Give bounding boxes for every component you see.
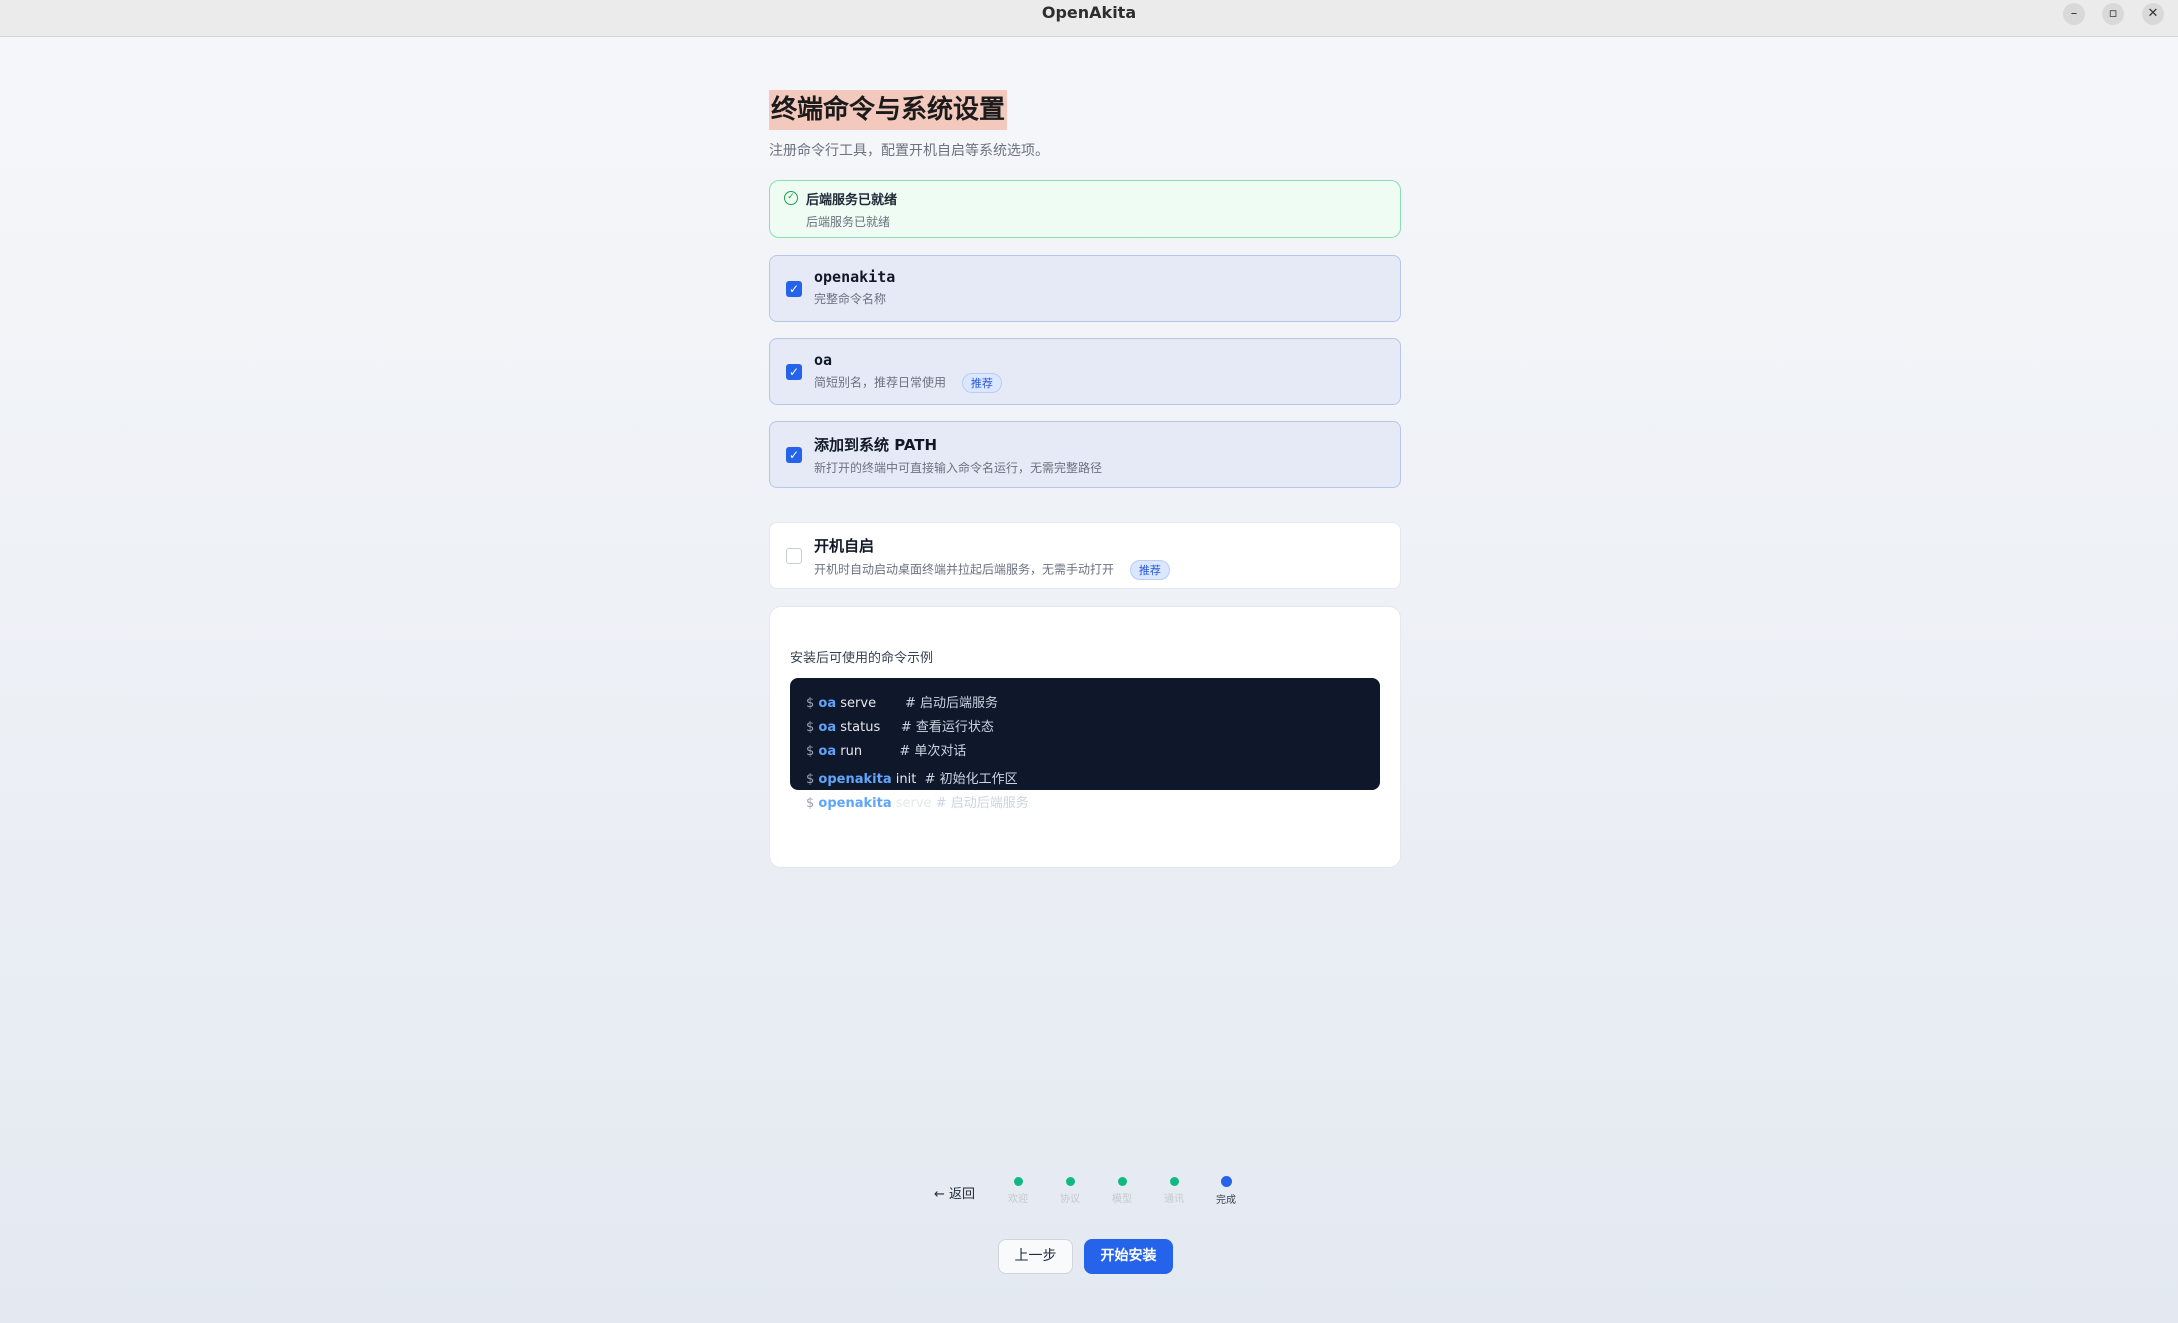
step-dot-active [1220, 1176, 1232, 1187]
checkbox-openakita[interactable]: ✓ [786, 281, 802, 297]
restore-button[interactable]: ▫ [2102, 3, 2124, 25]
check-circle-icon: ✓ [784, 191, 798, 205]
step-label: 协议 [1060, 1194, 1080, 1205]
checkbox-oa[interactable]: ✓ [786, 364, 802, 380]
page-title: 终端命令与系统设置 [769, 90, 1008, 130]
step-label: 通讯 [1164, 1194, 1184, 1205]
option-desc: 开机时自动启动桌面终端并拉起后端服务，无需手动打开 [814, 562, 1115, 577]
page-subtitle: 注册命令行工具，配置开机自启等系统选项。 [769, 143, 1049, 159]
option-desc-row: 简短别名，推荐日常使用 推荐 [814, 373, 1400, 393]
close-button[interactable]: ✕ [2142, 3, 2164, 25]
step-label: 欢迎 [1008, 1194, 1028, 1205]
previous-button[interactable]: 上一步 [998, 1239, 1073, 1274]
step-welcome[interactable]: 欢迎 [998, 1177, 1038, 1205]
code-line: $ oa run # 单次对话 [806, 744, 967, 759]
code-line: $ oa status # 查看运行状态 [806, 720, 994, 735]
step-communication[interactable]: 通讯 [1154, 1177, 1194, 1205]
command-examples-card: 安装后可使用的命令示例 $ oa serve # 启动后端服务 $ oa sta… [769, 606, 1401, 868]
recommend-badge: 推荐 [961, 373, 1002, 393]
option-desc: 简短别名，推荐日常使用 [814, 375, 947, 390]
option-openakita[interactable]: ✓ openakita 完整命令名称 [769, 255, 1401, 322]
step-model[interactable]: 模型 [1102, 1177, 1142, 1205]
code-line: $ openakita serve # 启动后端服务 [806, 796, 1029, 811]
minimize-button[interactable]: – [2063, 3, 2085, 25]
step-dot [1169, 1177, 1179, 1186]
step-dot [1117, 1177, 1127, 1186]
option-name: 开机自启 [814, 537, 875, 555]
option-name: openakita [814, 268, 896, 286]
option-desc: 完整命令名称 [814, 292, 887, 306]
recommend-badge: 推荐 [1129, 560, 1170, 580]
checkbox-add-path[interactable]: ✓ [786, 447, 802, 463]
back-link[interactable]: ← 返回 [934, 1183, 975, 1202]
option-name: 添加到系统 PATH [814, 436, 938, 454]
option-name: oa [814, 351, 833, 369]
examples-label: 安装后可使用的命令示例 [790, 651, 934, 666]
option-desc-row: 开机时自动启动桌面终端并拉起后端服务，无需手动打开 推荐 [814, 560, 1400, 580]
option-oa[interactable]: ✓ oa 简短别名，推荐日常使用 推荐 [769, 338, 1401, 405]
code-line: $ oa serve # 启动后端服务 [806, 696, 999, 711]
title-bar: OpenAkita – ▫ ✕ [0, 0, 2178, 37]
code-block: $ oa serve # 启动后端服务 $ oa status # 查看运行状态… [790, 678, 1380, 811]
backend-status-box: ✓ 后端服务已就绪 后端服务已就绪 [769, 180, 1401, 238]
step-label: 模型 [1112, 1194, 1132, 1205]
step-label: 完成 [1216, 1195, 1236, 1206]
status-title: 后端服务已就绪 [806, 193, 898, 208]
option-add-path[interactable]: ✓ 添加到系统 PATH 新打开的终端中可直接输入命令名运行，无需完整路径 [769, 421, 1401, 488]
start-install-button[interactable]: 开始安装 [1084, 1239, 1173, 1274]
main-content: 终端命令与系统设置 注册命令行工具，配置开机自启等系统选项。 ✓ 后端服务已就绪… [769, 90, 1401, 868]
checkbox-autostart[interactable] [786, 548, 802, 564]
step-dot [1065, 1177, 1075, 1186]
window-title: OpenAkita [1041, 3, 1137, 22]
step-finish[interactable]: 完成 [1206, 1176, 1246, 1206]
step-dot [1013, 1177, 1023, 1186]
option-autostart[interactable]: 开机自启 开机时自动启动桌面终端并拉起后端服务，无需手动打开 推荐 [769, 522, 1401, 589]
code-line: $ openakita init # 初始化工作区 [806, 772, 1018, 787]
status-detail: 后端服务已就绪 [806, 215, 891, 229]
option-desc: 新打开的终端中可直接输入命令名运行，无需完整路径 [814, 461, 1103, 475]
step-agreement[interactable]: 协议 [1050, 1177, 1090, 1205]
